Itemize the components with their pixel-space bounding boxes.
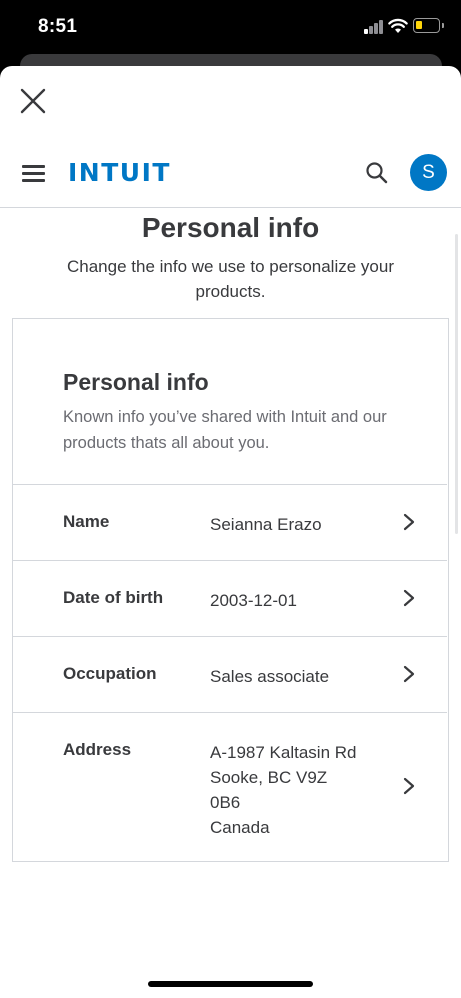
wifi-icon: [388, 18, 408, 33]
card-description: Known info you’ve shared with Intuit and…: [63, 408, 387, 452]
row-label: Date of birth: [63, 588, 164, 607]
address-row[interactable]: Address A-1987 Kaltasin Rd Sooke, BC V9Z…: [13, 713, 447, 861]
card-title: Personal info: [63, 369, 209, 395]
address-value: A-1987 Kaltasin Rd Sooke, BC V9Z 0B6 Can…: [210, 740, 356, 840]
cellular-signal-icon: [364, 20, 384, 34]
row-value: Sales associate: [210, 667, 330, 686]
occupation-row[interactable]: Occupation Sales associate: [13, 637, 447, 713]
address-line: 0B6: [210, 793, 241, 812]
page-subtitle: Change the info we use to personalize yo…: [67, 257, 394, 301]
row-value: Seianna Erazo: [210, 515, 322, 534]
intuit-logo[interactable]: INTUIT: [68, 158, 171, 187]
home-indicator[interactable]: [148, 981, 313, 987]
date-of-birth-row[interactable]: Date of birth 2003-12-01: [13, 561, 447, 637]
hamburger-menu-icon[interactable]: [22, 162, 48, 184]
scrollbar[interactable]: [455, 234, 458, 534]
row-label: Address: [63, 740, 132, 759]
address-line: Canada: [210, 818, 270, 837]
status-bar: 8:51: [0, 0, 461, 56]
modal-sheet: INTUIT S Personal info Change the info w…: [0, 66, 461, 998]
personal-info-card: Personal info Known info you’ve shared w…: [12, 318, 449, 862]
row-label: Occupation: [63, 664, 157, 683]
top-navigation-bar: INTUIT S: [0, 146, 461, 208]
card-header: Personal info Known info you’ve shared w…: [13, 319, 447, 485]
chevron-right-icon: [403, 777, 415, 795]
chevron-right-icon: [403, 513, 415, 531]
row-label: Name: [63, 512, 110, 531]
page-title: Personal info: [141, 212, 320, 243]
search-icon[interactable]: [364, 160, 390, 186]
name-row[interactable]: Name Seianna Erazo: [13, 485, 447, 561]
close-icon[interactable]: [18, 86, 48, 116]
address-line: A-1987 Kaltasin Rd: [210, 743, 357, 762]
battery-icon: [413, 18, 444, 33]
address-line: Sooke, BC V9Z: [210, 768, 328, 787]
avatar[interactable]: S: [410, 154, 447, 191]
chevron-right-icon: [403, 589, 415, 607]
status-time: 8:51: [38, 16, 78, 37]
row-value: 2003-12-01: [210, 591, 297, 610]
chevron-right-icon: [403, 665, 415, 683]
